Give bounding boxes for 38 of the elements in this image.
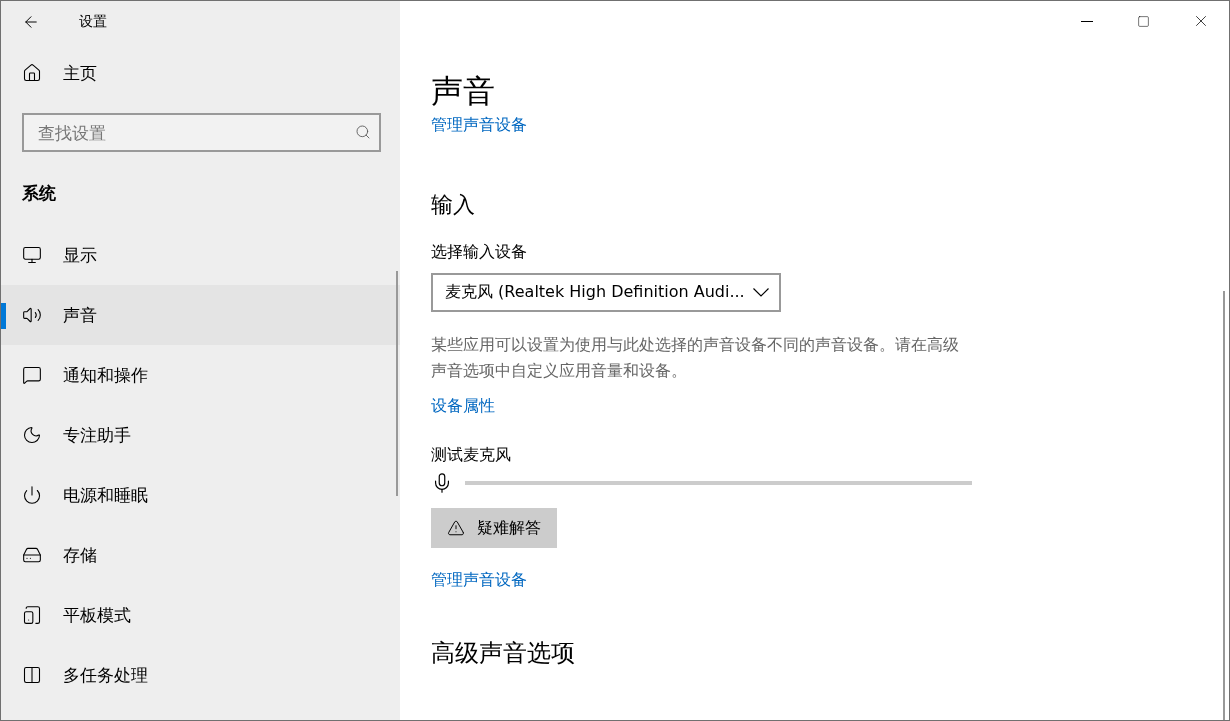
section-heading: 输入	[431, 191, 476, 219]
manage-devices-link[interactable]: 管理声音设备	[431, 568, 527, 592]
section-heading: 高级声音选项	[431, 638, 576, 669]
device-properties-link[interactable]: 设备属性	[431, 394, 495, 418]
home-nav-item[interactable]: 主页	[1, 43, 400, 103]
message-icon	[21, 364, 43, 386]
moon-icon	[21, 424, 43, 446]
scrollbar-thumb[interactable]	[1223, 291, 1225, 720]
field-label: 测试麦克风	[431, 444, 512, 466]
device-dropdown[interactable]: 麦克风 (Realtek High Definition Audi...	[431, 273, 781, 312]
minimize-icon	[1080, 20, 1093, 22]
page-title: 声音	[431, 71, 496, 112]
nav-item[interactable]: 电源和睡眠	[1, 465, 400, 525]
nav-item[interactable]: 声音	[1, 285, 400, 345]
nav-item[interactable]: 存储	[1, 525, 400, 585]
scrollbar-thumb[interactable]	[396, 271, 398, 496]
columns-icon	[21, 664, 43, 686]
home-icon	[21, 62, 43, 84]
search-icon	[355, 124, 371, 140]
maximize-icon	[1137, 14, 1150, 28]
description-text: 某些应用可以设置为使用与此处选择的声音设备不同的声音设备。请在高级声音选项中自定义应用音量和设备。	[431, 334, 960, 382]
nav-item[interactable]: 专注助手	[1, 405, 400, 465]
tablet-icon	[21, 604, 43, 626]
warning-icon	[447, 519, 465, 537]
nav-item[interactable]: 平板模式	[1, 585, 400, 645]
chevron-icon	[753, 288, 769, 297]
nav-item[interactable]: 显示	[1, 225, 400, 285]
power-icon	[21, 484, 43, 506]
window-title: 设置	[79, 13, 107, 31]
manage-devices-link[interactable]: 管理声音设备	[431, 113, 527, 137]
section-heading: 系统	[21, 182, 57, 205]
troubleshoot-button[interactable]: 疑难解答	[431, 508, 557, 548]
search-field[interactable]: 查找设置	[22, 113, 381, 152]
monitor-icon	[21, 244, 43, 266]
nav-item[interactable]: 通知和操作	[1, 345, 400, 405]
selection-indicator	[1, 303, 6, 329]
field-label: 选择输入设备	[431, 241, 528, 263]
nav-item[interactable]: 多任务处理	[1, 645, 400, 705]
